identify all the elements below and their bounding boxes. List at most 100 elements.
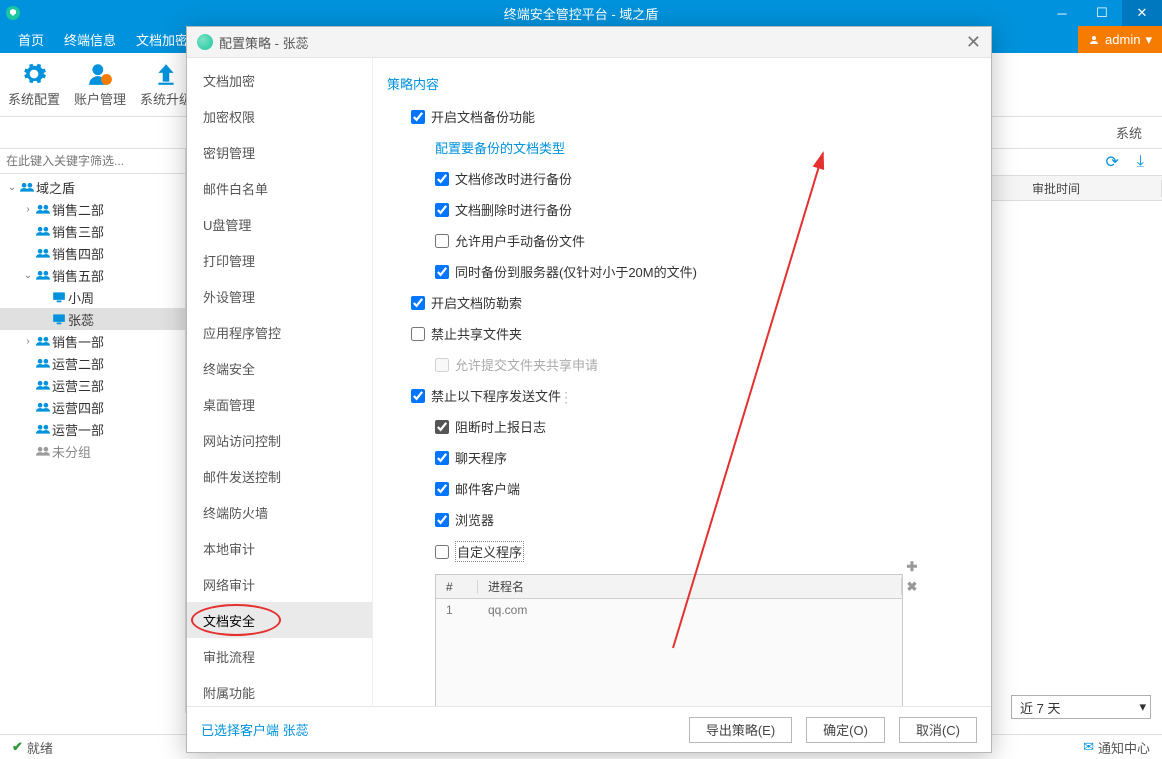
tree-group[interactable]: ›销售一部 xyxy=(0,330,185,352)
opt-deny-send[interactable]: 禁止以下程序发送文件 xyxy=(411,386,981,405)
tree-group[interactable]: 销售三部 xyxy=(0,220,185,242)
nav-firewall[interactable]: 终端防火墙 xyxy=(187,494,372,530)
nav-encrypt-perm[interactable]: 加密权限 xyxy=(187,98,372,134)
opt-allow-manual[interactable]: 允许用户手动备份文件 xyxy=(435,231,981,250)
menu-home[interactable]: 首页 xyxy=(10,26,52,53)
group-icon xyxy=(36,203,50,215)
opt-custom[interactable]: 自定义程序 xyxy=(435,541,981,562)
col-approve-time[interactable]: 审批时间 xyxy=(1022,180,1162,197)
opt-mail-client[interactable]: 邮件客户端 xyxy=(435,479,981,498)
opt-backup-modify[interactable]: 文档修改时进行备份 xyxy=(435,169,981,188)
globe-icon xyxy=(197,34,213,50)
minimize-button[interactable]: ─ xyxy=(1042,0,1082,26)
maximize-button[interactable]: ☐ xyxy=(1082,0,1122,26)
tree-group[interactable]: 销售四部 xyxy=(0,242,185,264)
download-icon[interactable]: ⤓ xyxy=(1137,153,1144,171)
process-table: # 进程名 1 qq.com xyxy=(435,574,903,706)
monitor-icon xyxy=(52,291,66,303)
remove-row-button[interactable]: ✖ xyxy=(903,576,921,596)
tree-group[interactable]: 运营三部 xyxy=(0,374,185,396)
tree-client[interactable]: 小周 xyxy=(0,286,185,308)
status-ready: 就绪 xyxy=(27,738,53,757)
group-icon xyxy=(36,423,50,435)
nav-usb-mgmt[interactable]: U盘管理 xyxy=(187,206,372,242)
dialog-content: 策略内容 开启文档备份功能 配置要备份的文档类型 文档修改时进行备份 文档删除时… xyxy=(373,58,991,706)
nav-desktop-mgmt[interactable]: 桌面管理 xyxy=(187,386,372,422)
opt-backup-enable[interactable]: 开启文档备份功能 xyxy=(411,107,981,126)
table-row[interactable]: 1 qq.com xyxy=(436,599,902,621)
tool-label: 账户管理 xyxy=(74,89,126,108)
link-config-types[interactable]: 配置要备份的文档类型 xyxy=(435,138,981,157)
tree-group-unassigned[interactable]: 未分组 xyxy=(0,440,185,462)
nav-doc-security[interactable]: 文档安全 xyxy=(187,602,372,638)
group-icon xyxy=(36,269,50,281)
admin-dropdown[interactable]: admin ▾ xyxy=(1078,26,1162,53)
mail-icon: ✉ xyxy=(1083,739,1094,755)
cancel-button[interactable]: 取消(C) xyxy=(899,717,977,743)
opt-backup-delete[interactable]: 文档删除时进行备份 xyxy=(435,200,981,219)
ok-button[interactable]: 确定(O) xyxy=(806,717,885,743)
tool-label: 系统配置 xyxy=(8,89,60,108)
close-button[interactable]: ✕ xyxy=(1122,0,1162,26)
tool-label: 系统升级 xyxy=(140,89,192,108)
nav-terminal-security[interactable]: 终端安全 xyxy=(187,350,372,386)
tree-group[interactable]: 运营四部 xyxy=(0,396,185,418)
group-icon xyxy=(20,181,34,193)
nav-network-audit[interactable]: 网络审计 xyxy=(187,566,372,602)
nav-aux-function[interactable]: 附属功能 xyxy=(187,674,372,706)
add-row-button[interactable]: ✚ xyxy=(903,556,921,576)
group-icon xyxy=(36,445,50,457)
tree-group[interactable]: 运营一部 xyxy=(0,418,185,440)
nav-web-control[interactable]: 网站访问控制 xyxy=(187,422,372,458)
opt-browser[interactable]: 浏览器 xyxy=(435,510,981,529)
notification-center[interactable]: ✉通知中心 xyxy=(1083,738,1150,757)
admin-label: admin xyxy=(1105,32,1140,47)
upload-icon xyxy=(153,61,179,87)
policy-config-dialog: 配置策略 - 张蕊 ✕ 文档加密 加密权限 密钥管理 邮件白名单 U盘管理 打印… xyxy=(186,26,992,753)
col-proc-name: 进程名 xyxy=(478,578,902,595)
tree-client-selected[interactable]: 张蕊 xyxy=(0,308,185,330)
tree-group[interactable]: 运营二部 xyxy=(0,352,185,374)
tool-sys-upgrade[interactable]: 系统升级 xyxy=(140,61,192,108)
tool-account-mgmt[interactable]: 账户管理 xyxy=(74,61,126,108)
nav-approval-flow[interactable]: 审批流程 xyxy=(187,638,372,674)
org-tree[interactable]: ⌄域之盾 ›销售二部 销售三部 销售四部 ⌄销售五部 小周 张蕊 ›销售一部 运… xyxy=(0,174,185,713)
nav-local-audit[interactable]: 本地审计 xyxy=(187,530,372,566)
nav-app-control[interactable]: 应用程序管控 xyxy=(187,314,372,350)
tree-filter-input[interactable] xyxy=(0,149,185,174)
chevron-down-icon: ▾ xyxy=(1145,32,1152,48)
export-policy-button[interactable]: 导出策略(E) xyxy=(689,717,792,743)
account-gear-icon xyxy=(87,61,113,87)
group-icon xyxy=(36,401,50,413)
tree-root[interactable]: ⌄域之盾 xyxy=(0,176,185,198)
tool-sys-config[interactable]: 系统配置 xyxy=(8,61,60,108)
group-icon xyxy=(36,357,50,369)
nav-print-mgmt[interactable]: 打印管理 xyxy=(187,242,372,278)
opt-deny-share[interactable]: 禁止共享文件夹 xyxy=(411,324,981,343)
refresh-icon[interactable]: ⟳ xyxy=(1106,152,1119,172)
tree-group[interactable]: ›销售二部 xyxy=(0,198,185,220)
opt-log-block[interactable]: 阻断时上报日志 xyxy=(435,417,981,436)
menu-terminal-info[interactable]: 终端信息 xyxy=(56,26,124,53)
opt-chat[interactable]: 聊天程序 xyxy=(435,448,981,467)
period-combo[interactable]: 近 7 天 ▾ xyxy=(1011,695,1151,719)
nav-doc-encrypt[interactable]: 文档加密 xyxy=(187,62,372,98)
combo-value: 近 7 天 xyxy=(1020,698,1060,717)
opt-ransom[interactable]: 开启文档防勒索 xyxy=(411,293,981,312)
nav-mail-send-control[interactable]: 邮件发送控制 xyxy=(187,458,372,494)
monitor-icon xyxy=(52,313,66,325)
group-icon xyxy=(36,335,50,347)
window-titlebar: 终端安全管控平台 - 域之盾 ─ ☐ ✕ xyxy=(0,0,1162,26)
titlebar-left xyxy=(6,6,28,20)
nav-peripheral-mgmt[interactable]: 外设管理 xyxy=(187,278,372,314)
selected-client-label: 已选择客户端 张蕊 xyxy=(201,720,309,739)
check-icon: ✔ xyxy=(12,739,23,755)
left-pane: ⌄域之盾 ›销售二部 销售三部 销售四部 ⌄销售五部 小周 张蕊 ›销售一部 运… xyxy=(0,149,186,713)
dialog-footer: 已选择客户端 张蕊 导出策略(E) 确定(O) 取消(C) xyxy=(187,706,991,752)
opt-allow-share-apply: 允许提交文件夹共享申请 xyxy=(435,355,981,374)
nav-mail-whitelist[interactable]: 邮件白名单 xyxy=(187,170,372,206)
tree-group-expanded[interactable]: ⌄销售五部 xyxy=(0,264,185,286)
dialog-close-button[interactable]: ✕ xyxy=(966,32,981,53)
opt-backup-server[interactable]: 同时备份到服务器(仅针对小于20M的文件) xyxy=(435,262,981,281)
nav-key-mgmt[interactable]: 密钥管理 xyxy=(187,134,372,170)
